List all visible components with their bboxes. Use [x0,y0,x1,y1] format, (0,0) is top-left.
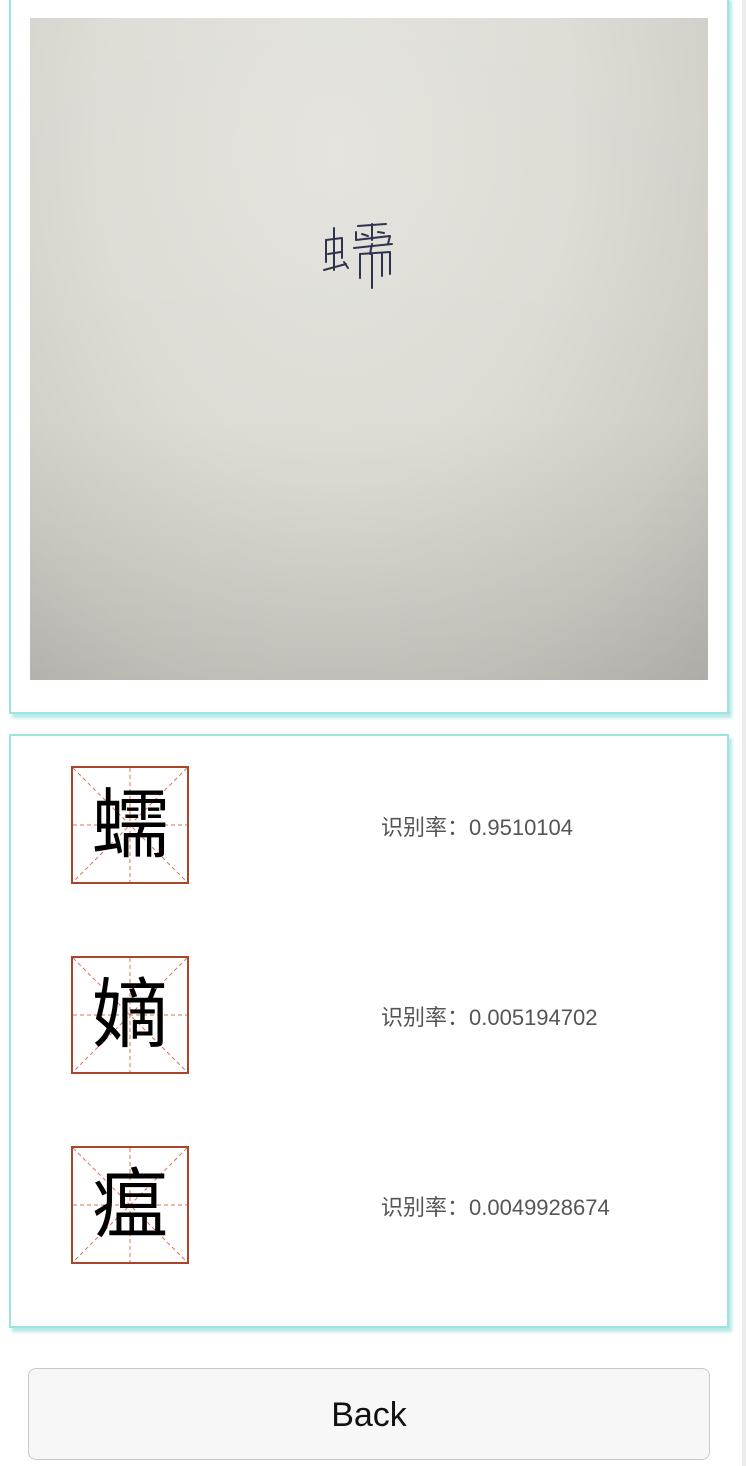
result-item: 瘟 识别率：0.0049928674 [11,1146,727,1266]
result-item: 嫡 识别率：0.005194702 [11,956,727,1076]
rate-value: 0.005194702 [469,1005,598,1030]
handwritten-character [323,223,393,289]
result-item: 蠕 识别率：0.9510104 [11,766,727,886]
rate-label: 识别率： [381,1195,470,1220]
candidate-character: 瘟 [92,1160,168,1249]
candidate-character: 嫡 [92,970,168,1059]
recognition-rate: 识别率：0.005194702 [381,1000,597,1032]
candidate-character: 蠕 [92,780,168,869]
rate-value: 0.9510104 [469,815,574,840]
back-button[interactable]: Back [28,1368,710,1460]
rate-label: 识别率： [381,815,470,840]
character-grid: 蠕 [71,766,189,884]
photo-card [9,0,729,714]
recognition-rate: 识别率：0.9510104 [381,810,573,842]
character-grid: 嫡 [71,956,189,1074]
rate-value: 0.0049928674 [469,1195,610,1220]
recognition-rate: 识别率：0.0049928674 [381,1190,610,1222]
uploaded-photo [30,18,708,680]
rate-label: 识别率： [381,1005,470,1030]
recognition-results: 蠕 识别率：0.9510104 嫡 识别率：0.005194702 瘟 识别率：… [9,734,729,1328]
character-grid: 瘟 [71,1146,189,1264]
scrollbar-track [742,0,746,1466]
